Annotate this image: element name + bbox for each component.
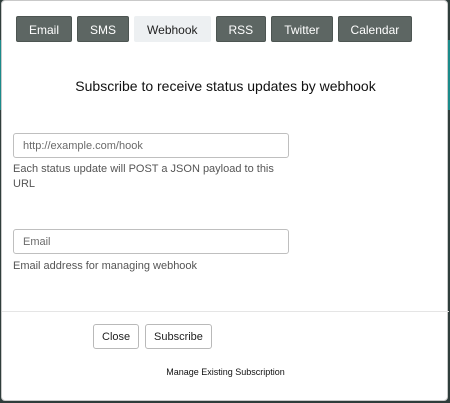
- webhook-url-help: Each status update will POST a JSON payl…: [13, 163, 274, 190]
- subscription-tabs: Email SMS Webhook RSS Twitter Calendar: [16, 16, 413, 42]
- subscribe-button[interactable]: Subscribe: [145, 324, 212, 349]
- close-button[interactable]: Close: [93, 324, 140, 349]
- tab-sms[interactable]: SMS: [77, 16, 130, 42]
- email-field[interactable]: [13, 229, 289, 254]
- tab-rss[interactable]: RSS: [215, 16, 267, 42]
- webhook-url-input[interactable]: [13, 133, 289, 158]
- tab-email[interactable]: Email: [16, 16, 73, 42]
- tab-twitter[interactable]: Twitter: [271, 16, 333, 42]
- manage-subscription-link[interactable]: Manage Existing Subscription: [2, 367, 449, 377]
- email-help: Email address for managing webhook: [13, 260, 198, 272]
- subscribe-modal: Email SMS Webhook RSS Twitter Calendar S…: [1, 0, 449, 401]
- modal-heading: Subscribe to receive status updates by w…: [75, 78, 376, 94]
- tab-webhook[interactable]: Webhook: [134, 16, 211, 42]
- tab-calendar[interactable]: Calendar: [337, 16, 413, 42]
- footer-divider: [2, 311, 449, 312]
